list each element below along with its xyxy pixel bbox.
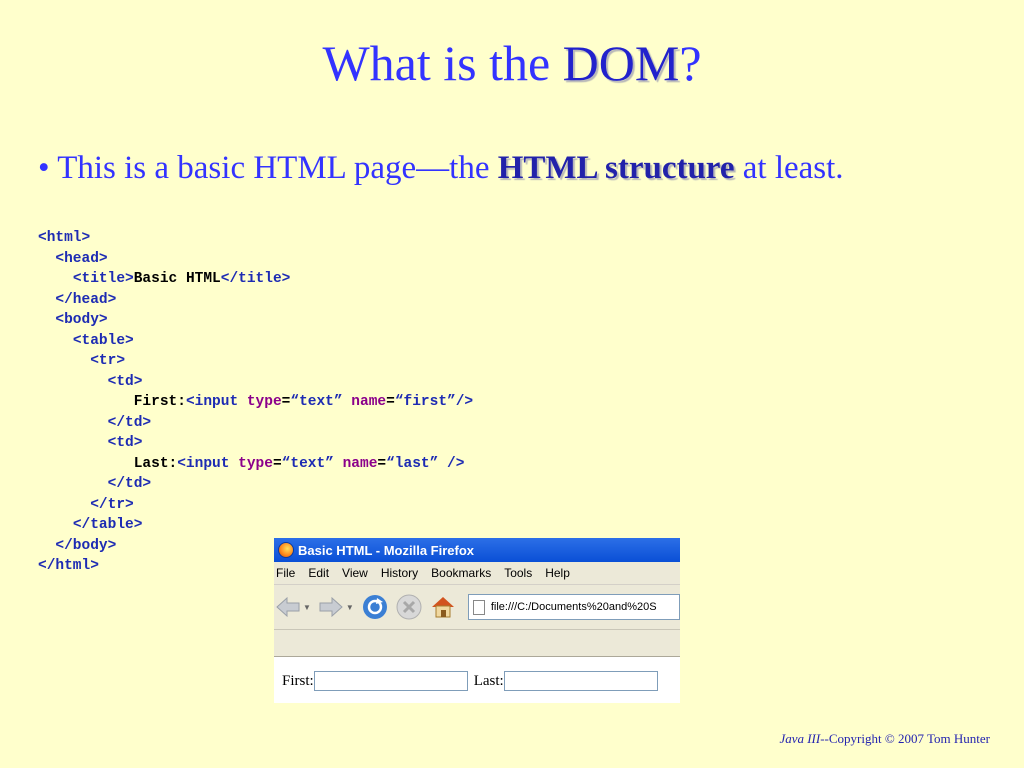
code-token: Last: <box>133 455 178 472</box>
code-token: type <box>246 394 282 410</box>
title-suffix: ? <box>679 35 702 91</box>
code-token: </html> <box>38 558 99 574</box>
menu-bookmarks[interactable]: Bookmarks <box>431 566 491 580</box>
menu-view[interactable]: View <box>342 566 368 580</box>
code-token: <input <box>177 455 239 472</box>
menu-file[interactable]: File <box>276 566 295 580</box>
code-token: <html> <box>38 230 91 246</box>
chevron-down-icon: ▼ <box>303 602 311 612</box>
title-emphasis: DOM <box>562 35 680 91</box>
menu-bar: File Edit View History Bookmarks Tools H… <box>274 562 680 585</box>
tab-strip <box>274 630 680 657</box>
url-bar[interactable]: file:///C:/Documents%20and%20S <box>467 594 680 620</box>
code-token: = <box>377 455 387 472</box>
url-text: file:///C:/Documents%20and%20S <box>490 601 657 613</box>
code-token: </title> <box>220 271 291 287</box>
reload-icon <box>362 595 387 619</box>
code-token: </table> <box>72 517 143 533</box>
code-token: </td> <box>107 476 152 492</box>
code-token: = <box>272 455 282 472</box>
code-token: </body> <box>55 537 117 554</box>
code-token: /> <box>447 455 465 472</box>
menu-tools[interactable]: Tools <box>504 566 532 580</box>
code-token: “text” <box>281 455 334 472</box>
copyright-text: --Copyright © 2007 Tom Hunter <box>820 731 990 746</box>
code-token: “last” <box>386 455 439 472</box>
page-content: First: Last: <box>274 657 680 703</box>
course-name: Java III <box>779 731 821 746</box>
code-token: = <box>386 394 395 410</box>
chevron-down-icon: ▼ <box>345 602 354 612</box>
window-title: Basic HTML - Mozilla Firefox <box>298 542 475 558</box>
bullet-emphasis: HTML structure <box>497 150 735 186</box>
code-token: name <box>351 394 387 410</box>
firefox-window-screenshot: Basic HTML - Mozilla Firefox File Edit V… <box>274 538 680 703</box>
code-token: name <box>342 455 378 472</box>
code-token: First: <box>133 394 186 410</box>
code-token: <body> <box>55 312 108 328</box>
first-label: First: <box>282 672 314 689</box>
code-token: /> <box>455 394 474 410</box>
home-button[interactable] <box>430 594 456 620</box>
slide-title: What is the DOM? <box>0 30 1024 96</box>
code-token: <td> <box>107 435 143 451</box>
last-name-input[interactable] <box>503 671 658 691</box>
title-text: What is the <box>322 35 563 91</box>
home-icon <box>431 597 454 618</box>
last-label: Last: <box>473 672 504 689</box>
menu-help[interactable]: Help <box>545 566 570 580</box>
code-token: </head> <box>55 291 117 308</box>
code-token: </td> <box>107 414 152 431</box>
back-button[interactable]: ▼ <box>276 597 311 617</box>
code-token: <head> <box>55 250 108 267</box>
firefox-logo-icon <box>278 542 294 558</box>
code-token: <tr> <box>90 353 126 369</box>
code-token: </tr> <box>90 496 134 513</box>
forward-button[interactable]: ▼ <box>319 597 354 617</box>
code-token: Basic HTML <box>133 271 221 287</box>
forward-arrow-icon <box>319 597 343 617</box>
code-token: <input <box>185 394 247 410</box>
bullet-point: • This is a basic HTML page—the HTML str… <box>38 146 998 190</box>
code-token: “first” <box>394 394 456 410</box>
code-token: <table> <box>72 332 134 349</box>
window-titlebar[interactable]: Basic HTML - Mozilla Firefox <box>274 538 680 562</box>
code-token: “text” <box>290 394 343 410</box>
back-arrow-icon <box>276 597 300 617</box>
code-token: <td> <box>107 373 143 390</box>
bullet-text: • This is a basic HTML page—the <box>38 150 498 186</box>
navigation-toolbar: ▼ ▼ file:///C:/Documents%20and%20S <box>274 585 680 630</box>
reload-button[interactable] <box>362 594 388 620</box>
menu-history[interactable]: History <box>381 566 418 580</box>
code-listing: <html> <head> <title>Basic HTML</title> … <box>38 228 473 577</box>
slide-footer: Java III--Copyright © 2007 Tom Hunter <box>779 731 990 747</box>
bullet-suffix: at least. <box>734 150 844 186</box>
first-name-input[interactable] <box>313 671 468 691</box>
menu-edit[interactable]: Edit <box>308 566 329 580</box>
stop-icon <box>396 594 422 620</box>
code-token: type <box>238 455 273 472</box>
page-icon <box>472 599 485 615</box>
stop-button[interactable] <box>396 594 422 620</box>
code-token: <title> <box>72 271 134 287</box>
